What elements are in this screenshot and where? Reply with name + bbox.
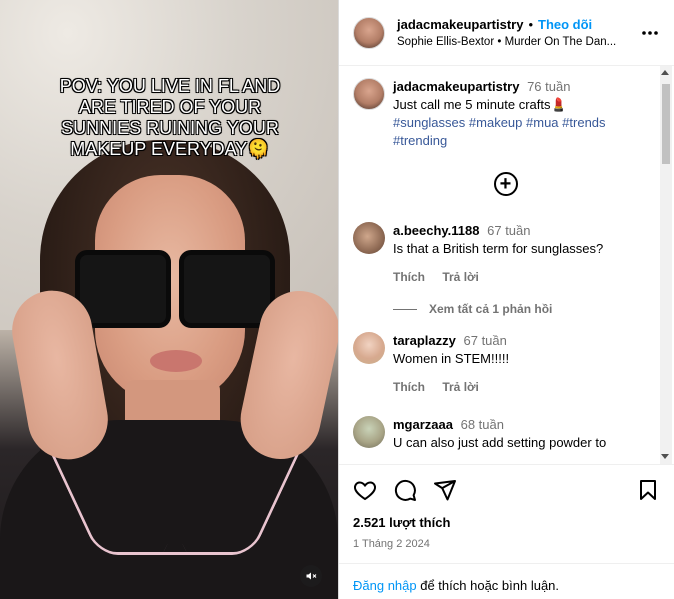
comment-like-button[interactable]: Thích [393,270,425,284]
author-username[interactable]: jadacmakeupartistry [397,17,523,32]
post-footer: 2.521 lượt thích 1 Tháng 2 2024 Đăng nhậ… [339,464,674,599]
caption-hashtags: #sunglasses #makeup #mua #trends #trendi… [393,114,643,150]
comment-body: mgarzaaa 68 tuần U can also just add set… [393,416,643,452]
header-separator: • [528,17,534,32]
login-prompt: Đăng nhập để thích hoặc bình luận. [339,563,674,593]
caption-text: Just call me 5 minute crafts💄 [393,97,567,112]
comment-reply-button[interactable]: Trả lời [442,380,479,394]
hashtag-link[interactable]: #sunglasses [393,115,465,130]
author-avatar[interactable] [353,16,385,49]
comment-item: mgarzaaa 68 tuần U can also just add set… [353,416,658,452]
commenter-avatar[interactable] [353,332,385,364]
like-count[interactable]: 2.521 lượt thích [353,515,660,530]
hashtag-link[interactable]: #trending [393,133,447,148]
sunglasses [75,250,275,328]
like-button[interactable] [353,478,377,502]
comment-body: a.beechy.1188 67 tuần Is that a British … [393,222,643,286]
post-header: jadacmakeupartistry • Theo dõi Sophie El… [339,0,674,66]
heart-icon [354,481,376,501]
comment-text: Is that a British term for sunglasses? [393,241,604,256]
header-title-row: jadacmakeupartistry • Theo dõi [397,17,638,32]
view-replies-button[interactable]: Xem tất cả 1 phản hồi [393,302,658,316]
commenter-avatar[interactable] [353,416,385,448]
comment-like-button[interactable]: Thích [393,380,425,394]
sunglasses-lens-right [179,250,275,328]
comment-text: U can also just add setting powder to [393,435,607,450]
comment-username[interactable]: mgarzaaa [393,417,453,432]
caption-author-avatar[interactable] [353,78,385,110]
post-modal: POV: YOU LIVE IN FL AND ARE TIRED OF YOU… [0,0,674,599]
post-actions [353,465,660,515]
caption-body: jadacmakeupartistry 76 tuần Just call me… [393,78,643,150]
load-more-comments[interactable]: + [353,172,658,196]
comments-section[interactable]: jadacmakeupartistry 76 tuần Just call me… [339,66,674,464]
header-text: jadacmakeupartistry • Theo dõi Sophie El… [397,17,638,48]
comment-time[interactable]: 67 tuần [464,333,507,348]
paper-plane-icon [434,480,456,501]
video-text-overlay: POV: YOU LIVE IN FL AND ARE TIRED OF YOU… [59,76,281,159]
scrollbar-thumb[interactable] [662,84,670,164]
view-replies-label: Xem tất cả 1 phản hồi [429,302,553,316]
bookmark-icon [640,480,656,500]
login-prompt-text: để thích hoặc bình luận. [416,578,560,593]
comment-actions: Thích Trả lời [393,268,643,286]
comment-button[interactable] [393,478,417,502]
save-button[interactable] [636,478,660,502]
hashtag-link[interactable]: #makeup [469,115,522,130]
comment-time[interactable]: 67 tuần [487,223,530,238]
caption-time[interactable]: 76 tuần [527,79,570,94]
scroll-down-arrow-icon[interactable] [661,454,669,459]
comment-reply-button[interactable]: Trả lời [442,270,479,284]
comment-body: taraplazzy 67 tuần Women in STEM!!!!! Th… [393,332,643,396]
mute-button[interactable] [300,565,322,587]
share-button[interactable] [433,478,457,502]
comment-time[interactable]: 68 tuần [461,417,504,432]
comment-item: taraplazzy 67 tuần Women in STEM!!!!! Th… [353,332,658,396]
comment-username[interactable]: a.beechy.1188 [393,223,480,238]
more-options-button[interactable] [638,30,662,36]
comment-actions: Thích Trả lời [393,378,643,396]
commenter-avatar[interactable] [353,222,385,254]
comment-text: Women in STEM!!!!! [393,351,510,366]
video-player[interactable]: POV: YOU LIVE IN FL AND ARE TIRED OF YOU… [0,0,338,599]
login-link[interactable]: Đăng nhập [353,578,417,593]
post-side-panel: jadacmakeupartistry • Theo dõi Sophie El… [338,0,674,599]
follow-button[interactable]: Theo dõi [538,17,592,32]
hashtag-link[interactable]: #trends [562,115,605,130]
view-replies-line [393,308,417,310]
comment-item: a.beechy.1188 67 tuần Is that a British … [353,222,658,286]
plus-circle-icon: + [493,172,518,196]
comment-username[interactable]: taraplazzy [393,333,456,348]
plus-glyph: + [499,173,512,195]
post-caption: jadacmakeupartistry 76 tuần Just call me… [353,78,658,150]
audio-track-link[interactable]: Sophie Ellis-Bextor • Murder On The Dan.… [397,36,627,48]
speaker-muted-icon [306,572,317,580]
scroll-up-arrow-icon[interactable] [661,70,669,75]
hashtag-link[interactable]: #mua [526,115,559,130]
video-subject-lips [150,350,202,372]
more-horizontal-icon [642,30,658,35]
comment-bubble-icon [394,479,416,501]
post-date[interactable]: 1 Tháng 2 2024 [353,538,660,550]
caption-username[interactable]: jadacmakeupartistry [393,79,519,94]
